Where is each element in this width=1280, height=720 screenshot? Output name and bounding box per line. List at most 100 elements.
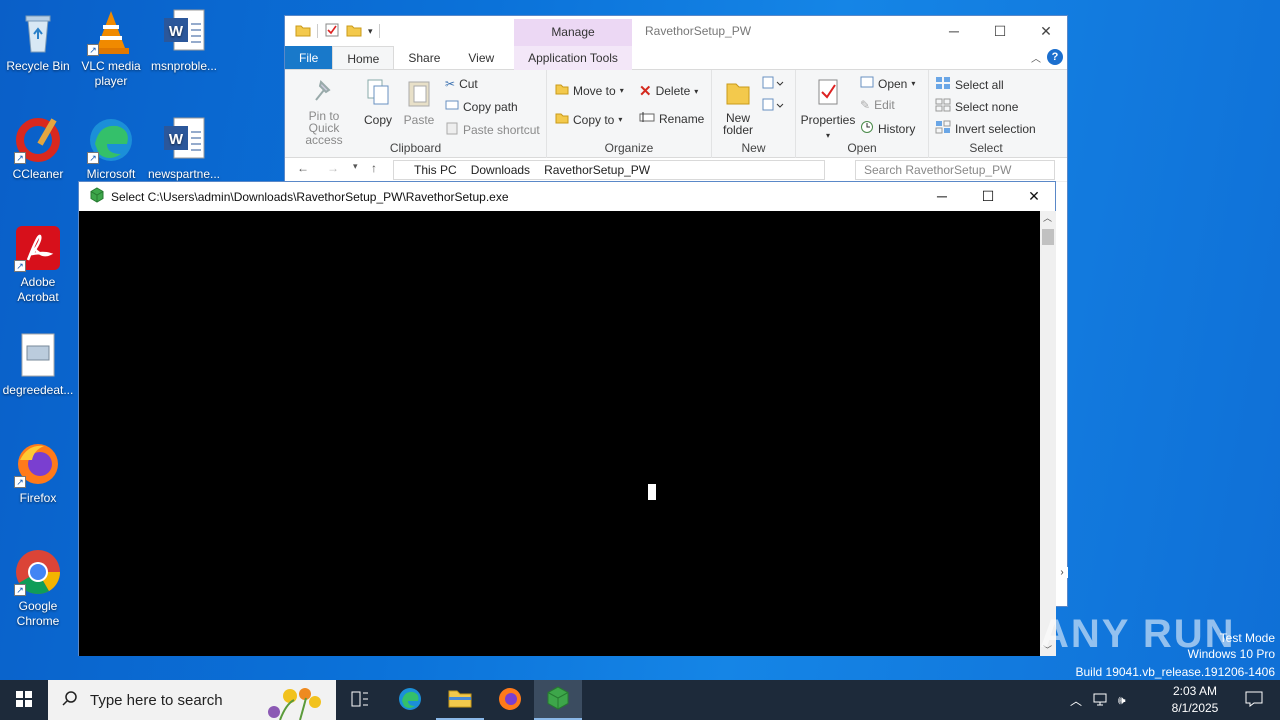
maximize-button[interactable]: ☐ bbox=[977, 16, 1023, 46]
scroll-up-icon[interactable]: ︿ bbox=[1043, 211, 1052, 224]
start-button[interactable] bbox=[0, 680, 48, 720]
paste-icon bbox=[406, 78, 432, 110]
desktop-icon-recycle-bin[interactable]: Recycle Bin bbox=[0, 8, 76, 74]
edge-icon: ↗ bbox=[87, 116, 135, 164]
desktop-icon-chrome[interactable]: ↗ Google Chrome bbox=[0, 548, 76, 629]
scrollbar-thumb[interactable] bbox=[1042, 229, 1054, 245]
console-minimize-button[interactable]: ─ bbox=[919, 182, 965, 211]
open-group: Properties ▾ Open ▾ ✎ Edit History Open bbox=[796, 70, 929, 158]
desktop-icon-degreedeat[interactable]: degreedeat... bbox=[0, 332, 76, 398]
divider bbox=[317, 24, 318, 38]
network-icon[interactable] bbox=[1092, 692, 1108, 709]
console-maximize-button[interactable]: ☐ bbox=[965, 182, 1011, 211]
easy-access-icon[interactable] bbox=[762, 98, 784, 112]
taskbar-firefox-button[interactable] bbox=[486, 680, 534, 720]
minimize-button[interactable]: ─ bbox=[931, 16, 977, 46]
word-doc-icon: W bbox=[160, 8, 208, 56]
pin-quick-access-button[interactable]: Pin to Quick access bbox=[291, 78, 357, 146]
close-button[interactable]: ✕ bbox=[1023, 16, 1069, 46]
taskbar-clock[interactable]: 2:03 AM 8/1/2025 bbox=[1160, 683, 1230, 717]
divider bbox=[378, 24, 380, 38]
open-group-label: Open bbox=[847, 141, 877, 155]
breadcrumb-ravethorsetup[interactable]: RavethorSetup_PW bbox=[544, 163, 650, 177]
cut-button[interactable]: ✂ Cut bbox=[445, 77, 478, 91]
chrome-icon: ↗ bbox=[14, 548, 62, 596]
select-all-button[interactable]: Select all bbox=[935, 76, 1004, 93]
recycle-bin-icon bbox=[14, 8, 62, 56]
tab-manage[interactable]: Manage bbox=[514, 19, 632, 46]
rename-button[interactable]: Rename bbox=[639, 111, 704, 126]
desktop-icon-newspartner[interactable]: W newspartne... bbox=[146, 116, 222, 182]
console-scrollbar[interactable]: ︿ ﹀ bbox=[1040, 211, 1056, 656]
paste-shortcut-button[interactable]: Paste shortcut bbox=[445, 121, 540, 138]
notifications-button[interactable] bbox=[1232, 680, 1276, 720]
speaker-icon[interactable]: 🕪 bbox=[1118, 693, 1126, 708]
app-cube-icon bbox=[546, 685, 570, 713]
rename-icon bbox=[639, 111, 655, 126]
properties-button[interactable]: Properties ▾ bbox=[801, 78, 855, 142]
copy-path-button[interactable]: Copy path bbox=[445, 99, 518, 114]
help-icon[interactable]: ? bbox=[1047, 49, 1063, 65]
desktop-icon-acrobat[interactable]: ↗ Adobe Acrobat bbox=[0, 224, 76, 305]
shortcut-arrow-icon: ↗ bbox=[14, 476, 26, 488]
copy-button[interactable]: Copy bbox=[363, 78, 393, 126]
tab-application-tools[interactable]: Application Tools bbox=[514, 46, 632, 70]
taskbar-search-box[interactable]: Type here to search bbox=[48, 680, 336, 720]
edit-button[interactable]: ✎ Edit bbox=[860, 98, 895, 112]
windows-edition-label: Windows 10 Pro bbox=[1187, 647, 1275, 661]
firefox-icon: ↗ bbox=[14, 440, 62, 488]
tab-home[interactable]: Home bbox=[332, 46, 395, 69]
properties-qat-icon[interactable] bbox=[324, 22, 340, 41]
task-view-icon bbox=[351, 691, 369, 710]
file-explorer-icon bbox=[448, 688, 472, 711]
ccleaner-icon: ↗ bbox=[14, 116, 62, 164]
firefox-icon bbox=[498, 687, 522, 714]
taskbar-ravethor-button[interactable] bbox=[534, 680, 582, 720]
new-folder-button[interactable]: New folder bbox=[722, 78, 754, 136]
history-button[interactable]: History bbox=[860, 120, 915, 137]
recent-dropdown-icon[interactable]: ▾ bbox=[353, 161, 358, 172]
up-arrow-icon[interactable]: ↑ bbox=[371, 161, 377, 175]
copy-to-icon bbox=[555, 111, 569, 128]
delete-button[interactable]: ✕ Delete ▾ bbox=[639, 82, 698, 100]
desktop-icon-edge[interactable]: ↗ Microsoft bbox=[73, 116, 149, 182]
desktop-icon-vlc[interactable]: ↗ VLC media player bbox=[73, 8, 149, 89]
tab-file[interactable]: File bbox=[285, 46, 333, 69]
tab-view[interactable]: View bbox=[454, 46, 508, 69]
move-to-button[interactable]: Move to ▾ bbox=[555, 82, 624, 99]
new-folder-qat-icon[interactable] bbox=[346, 23, 362, 40]
paste-button[interactable]: Paste bbox=[403, 78, 435, 126]
search-input[interactable]: Search RavethorSetup_PW bbox=[855, 160, 1055, 180]
invert-selection-button[interactable]: Invert selection bbox=[935, 120, 1036, 137]
desktop-icon-msnproblem[interactable]: W msnproble... bbox=[146, 8, 222, 74]
tab-share[interactable]: Share bbox=[394, 46, 454, 69]
forward-arrow-icon[interactable]: → bbox=[327, 161, 339, 175]
open-button[interactable]: Open ▾ bbox=[860, 76, 915, 91]
breadcrumb-this-pc[interactable]: This PC bbox=[414, 163, 457, 177]
scissors-icon: ✂ bbox=[445, 77, 456, 91]
address-bar[interactable]: This PC Downloads RavethorSetup_PW bbox=[393, 160, 825, 180]
console-close-button[interactable]: ✕ bbox=[1011, 182, 1057, 211]
copy-to-button[interactable]: Copy to ▾ bbox=[555, 111, 622, 128]
select-none-button[interactable]: Select none bbox=[935, 98, 1018, 115]
desktop-icon-ccleaner[interactable]: ↗ CCleaner bbox=[0, 116, 76, 182]
move-to-icon bbox=[555, 82, 569, 99]
word-doc-icon: W bbox=[160, 116, 208, 164]
taskbar-file-explorer-button[interactable] bbox=[436, 680, 484, 720]
new-group: New folder New bbox=[712, 70, 796, 158]
task-view-button[interactable] bbox=[336, 680, 384, 720]
desktop-icon-firefox[interactable]: ↗ Firefox bbox=[0, 440, 76, 506]
organize-group: Move to ▾ Copy to ▾ ✕ Delete ▾ Rename Organ… bbox=[547, 70, 712, 158]
new-item-icon[interactable] bbox=[762, 76, 784, 90]
console-titlebar: Select C:\Users\admin\Downloads\Ravethor… bbox=[79, 182, 1055, 211]
explorer-scroll-right-icon[interactable]: › bbox=[1056, 567, 1068, 578]
back-arrow-icon[interactable]: ← bbox=[297, 161, 309, 175]
collapse-ribbon-icon[interactable]: ︿ bbox=[1031, 50, 1041, 65]
shortcut-arrow-icon: ↗ bbox=[87, 44, 99, 56]
clipboard-group-label: Clipboard bbox=[389, 141, 442, 155]
show-hidden-icons-icon[interactable]: ︿ bbox=[1070, 692, 1082, 709]
console-output[interactable] bbox=[79, 211, 1040, 656]
breadcrumb-downloads[interactable]: Downloads bbox=[471, 163, 530, 177]
qat-dropdown-icon[interactable]: ▾ bbox=[368, 26, 373, 37]
taskbar-edge-button[interactable] bbox=[386, 680, 434, 720]
